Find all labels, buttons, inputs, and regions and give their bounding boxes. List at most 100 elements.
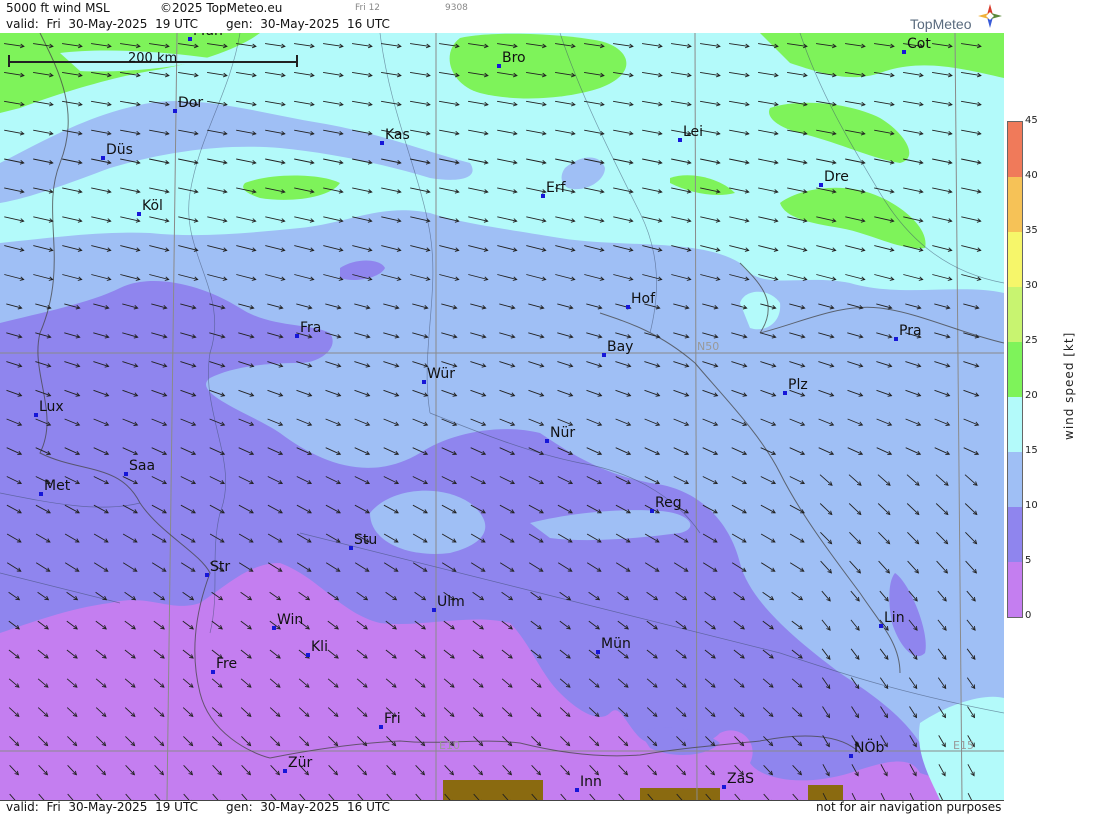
city-label-lin: Lin bbox=[884, 610, 905, 626]
city-marker-erf bbox=[541, 194, 545, 198]
city-label-kli: Kli bbox=[311, 639, 328, 655]
city-label-reg: Reg bbox=[655, 495, 682, 511]
city-label-met: Met bbox=[44, 478, 71, 494]
legend-tick-20: 20 bbox=[1025, 390, 1038, 401]
legend-tick-15: 15 bbox=[1025, 445, 1038, 456]
legend-tick-45: 45 bbox=[1025, 115, 1038, 126]
city-marker-inn bbox=[575, 788, 579, 792]
city-marker-plz bbox=[783, 391, 787, 395]
city-marker-str bbox=[205, 573, 209, 577]
city-marker-bay bbox=[602, 353, 606, 357]
city-label-fri: Fri bbox=[384, 711, 401, 727]
city-marker-ulm bbox=[432, 608, 436, 612]
wind-speed-legend: 45 40 35 30 25 20 15 10 5 0 bbox=[1005, 115, 1095, 621]
city-label-str: Str bbox=[210, 559, 231, 575]
city-marker-met bbox=[39, 492, 43, 496]
scale-bar-label: 200 km bbox=[128, 51, 178, 66]
city-label-ulm: Ulm bbox=[437, 594, 465, 610]
frame-id: 9308 bbox=[445, 3, 468, 13]
legend-tick-5: 5 bbox=[1025, 555, 1032, 566]
city-label-zas: ZaS bbox=[727, 771, 755, 787]
wind-map: N50 E10 E15 Mün Bro Cot Dor Kas Lei Düs Erf Dre K… bbox=[0, 33, 1004, 801]
city-marker-cot bbox=[902, 50, 906, 54]
lat-label-n50: N50 bbox=[697, 340, 720, 353]
scale-bar: 200 km bbox=[8, 51, 298, 67]
valid-time: 19 UTC bbox=[155, 17, 198, 31]
valid-date: 30-May-2025 bbox=[68, 17, 148, 31]
footer-gen-date: 30-May-2025 bbox=[260, 800, 340, 814]
city-label-nur: Nür bbox=[550, 425, 576, 441]
disclaimer: not for air navigation purposes bbox=[816, 800, 1002, 814]
city-marker-dre bbox=[819, 183, 823, 187]
city-marker-mun-n bbox=[188, 37, 192, 41]
city-label-lei: Lei bbox=[683, 124, 704, 140]
city-marker-saa bbox=[124, 472, 128, 476]
footer-gen: gen: 30-May-2025 16 UTC bbox=[226, 800, 390, 814]
city-label-plz: Plz bbox=[788, 377, 808, 393]
legend-tick-10: 10 bbox=[1025, 500, 1038, 511]
city-marker-kol bbox=[137, 212, 141, 216]
city-marker-wur bbox=[422, 380, 426, 384]
header-gen: gen: 30-May-2025 16 UTC bbox=[226, 17, 390, 31]
city-marker-kli bbox=[306, 653, 310, 657]
legend-tick-30: 30 bbox=[1025, 280, 1038, 291]
city-marker-win bbox=[272, 626, 276, 630]
footer-valid-label: valid: bbox=[6, 800, 39, 814]
city-label-nob: NÖb bbox=[854, 740, 885, 756]
city-label-bro: Bro bbox=[502, 50, 526, 66]
footer-valid-time: 19 UTC bbox=[155, 800, 198, 814]
city-marker-reg bbox=[650, 509, 654, 513]
legend-tick-35: 35 bbox=[1025, 225, 1038, 236]
legend-tick-25: 25 bbox=[1025, 335, 1038, 346]
city-marker-nob bbox=[849, 754, 853, 758]
city-label-kas: Kas bbox=[385, 127, 410, 143]
city-label-wur: Wür bbox=[427, 366, 455, 382]
terrain-mask-west bbox=[443, 780, 543, 800]
legend-tick-40: 40 bbox=[1025, 170, 1038, 181]
gen-time: 16 UTC bbox=[347, 17, 390, 31]
city-label-kol: Köl bbox=[142, 198, 163, 214]
city-marker-dus bbox=[101, 156, 105, 160]
city-label-pra: Pra bbox=[899, 323, 922, 339]
topmeteo-logo: TopMeteo bbox=[910, 2, 1002, 32]
city-label-mun-n: Mün bbox=[193, 33, 223, 39]
city-marker-lux bbox=[34, 413, 38, 417]
legend-title: wind speed [kt] bbox=[1062, 331, 1076, 440]
city-marker-fra bbox=[295, 334, 299, 338]
city-label-win: Win bbox=[277, 612, 304, 628]
city-marker-dor bbox=[173, 109, 177, 113]
footer-valid-day: Fri bbox=[46, 800, 61, 814]
city-marker-bro bbox=[497, 64, 501, 68]
gen-date: 30-May-2025 bbox=[260, 17, 340, 31]
city-marker-fri bbox=[379, 725, 383, 729]
header-valid: valid: Fri 30-May-2025 19 UTC bbox=[6, 17, 198, 31]
city-label-hof: Hof bbox=[631, 291, 656, 307]
valid-label: valid: bbox=[6, 17, 39, 31]
city-marker-pra bbox=[894, 337, 898, 341]
city-label-mun-s: Mün bbox=[601, 636, 631, 652]
lon-label-e15: E15 bbox=[953, 739, 974, 752]
legend-color-bar bbox=[1007, 121, 1023, 618]
footer-gen-time: 16 UTC bbox=[347, 800, 390, 814]
scale-bar-tick-left bbox=[8, 55, 10, 67]
footer-valid-date: 30-May-2025 bbox=[68, 800, 148, 814]
city-label-dre: Dre bbox=[824, 169, 849, 185]
gen-label: gen: bbox=[226, 17, 253, 31]
city-label-bay: Bay bbox=[607, 339, 634, 355]
city-marker-zur bbox=[283, 769, 287, 773]
city-label-dor: Dor bbox=[178, 95, 204, 111]
lon-label-e10: E10 bbox=[439, 739, 460, 752]
valid-day: Fri bbox=[46, 17, 61, 31]
map-title: 5000 ft wind MSL bbox=[6, 1, 110, 15]
logo-text: TopMeteo bbox=[910, 16, 972, 32]
city-marker-mun-s bbox=[596, 650, 600, 654]
city-marker-kas bbox=[380, 141, 384, 145]
city-marker-lin bbox=[879, 624, 883, 628]
city-label-inn: Inn bbox=[580, 774, 602, 790]
city-label-stu: Stu bbox=[354, 532, 378, 548]
legend-tick-0: 0 bbox=[1025, 610, 1032, 621]
footer-valid: valid: Fri 30-May-2025 19 UTC bbox=[6, 800, 198, 814]
city-label-erf: Erf bbox=[546, 180, 566, 196]
city-label-fra: Fra bbox=[300, 320, 322, 336]
city-label-lux: Lux bbox=[39, 399, 64, 415]
